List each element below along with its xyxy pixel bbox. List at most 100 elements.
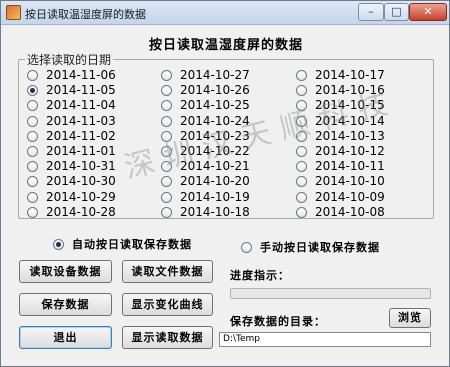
radio-dot — [27, 130, 38, 142]
date-label: 2014-10-23 — [180, 129, 250, 143]
date-radio[interactable]: 2014-10-27 — [161, 68, 250, 82]
radio-dot — [296, 69, 307, 81]
date-radio[interactable]: 2014-10-29 — [27, 190, 116, 204]
radio-dot — [27, 175, 38, 187]
radio-dot — [27, 206, 38, 218]
date-label: 2014-10-16 — [315, 83, 385, 97]
radio-dot — [161, 160, 172, 172]
date-radio[interactable]: 2014-10-10 — [296, 174, 385, 188]
read-file-button[interactable]: 读取文件数据 — [122, 260, 213, 283]
app-icon — [6, 5, 21, 20]
date-label: 2014-10-19 — [180, 190, 250, 204]
date-radio[interactable]: 2014-10-16 — [296, 83, 385, 97]
date-radio[interactable]: 2014-10-26 — [161, 83, 250, 97]
radio-dot — [27, 160, 38, 172]
date-radio[interactable]: 2014-10-17 — [296, 68, 385, 82]
maximize-button[interactable]: □ — [384, 3, 409, 21]
date-radio[interactable]: 2014-11-06 — [27, 68, 116, 82]
manual-mode-label: 手动按日读取保存数据 — [260, 241, 380, 254]
date-radio[interactable]: 2014-10-12 — [296, 144, 385, 158]
radio-dot — [296, 175, 307, 187]
radio-dot — [161, 99, 172, 111]
date-label: 2014-10-22 — [180, 144, 250, 158]
progress-label: 进度指示： — [230, 269, 290, 282]
radio-dot — [241, 241, 252, 253]
date-label: 2014-10-29 — [46, 190, 116, 204]
date-radio[interactable]: 2014-10-21 — [161, 159, 250, 173]
date-label: 2014-10-31 — [46, 159, 116, 173]
date-label: 2014-10-24 — [180, 114, 250, 128]
date-label: 2014-11-03 — [46, 114, 116, 128]
radio-dot — [27, 191, 38, 203]
date-label: 2014-11-02 — [46, 129, 116, 143]
minimize-button[interactable]: – — [358, 3, 384, 21]
browse-button[interactable]: 浏览 — [389, 308, 431, 328]
radio-dot — [161, 206, 172, 218]
date-radio[interactable]: 2014-11-04 — [27, 98, 116, 112]
radio-dot — [296, 99, 307, 111]
main-window: 按日读取温湿度屏的数据 – □ ✕ 按日读取温湿度屏的数据 选择读取的日期 20… — [0, 0, 450, 367]
date-label: 2014-10-13 — [315, 129, 385, 143]
date-radio[interactable]: 2014-10-23 — [161, 129, 250, 143]
save-data-button[interactable]: 保存数据 — [19, 293, 112, 316]
date-radio[interactable]: 2014-11-03 — [27, 114, 116, 128]
date-label: 2014-10-27 — [180, 68, 250, 82]
title-bar[interactable]: 按日读取温湿度屏的数据 – □ ✕ — [1, 1, 449, 25]
date-radio[interactable]: 2014-10-28 — [27, 205, 116, 219]
save-dir-label: 保存数据的目录： — [230, 315, 326, 328]
radio-dot — [27, 84, 38, 96]
radio-dot — [296, 115, 307, 127]
auto-mode-radio[interactable]: 自动按日读取保存数据 — [53, 236, 192, 252]
date-label: 2014-11-06 — [46, 68, 116, 82]
date-radio[interactable]: 2014-10-09 — [296, 190, 385, 204]
date-label: 2014-10-11 — [315, 159, 385, 173]
date-label: 2014-10-12 — [315, 144, 385, 158]
date-label: 2014-10-26 — [180, 83, 250, 97]
date-radio[interactable]: 2014-11-02 — [27, 129, 116, 143]
date-label: 2014-10-18 — [180, 205, 250, 219]
close-button[interactable]: ✕ — [409, 3, 447, 21]
date-radio[interactable]: 2014-11-01 — [27, 144, 116, 158]
date-label: 2014-10-10 — [315, 174, 385, 188]
radio-dot — [161, 69, 172, 81]
date-radio[interactable]: 2014-10-18 — [161, 205, 250, 219]
date-label: 2014-11-05 — [46, 83, 116, 97]
radio-dot — [27, 115, 38, 127]
date-radio[interactable]: 2014-10-25 — [161, 98, 250, 112]
show-curve-button[interactable]: 显示变化曲线 — [122, 293, 213, 316]
date-radio[interactable]: 2014-10-19 — [161, 190, 250, 204]
radio-dot — [296, 191, 307, 203]
radio-dot — [161, 191, 172, 203]
date-label: 2014-10-09 — [315, 190, 385, 204]
radio-dot — [161, 84, 172, 96]
date-label: 2014-10-17 — [315, 68, 385, 82]
date-label: 2014-11-01 — [46, 144, 116, 158]
save-dir-input[interactable]: D:\Temp — [219, 332, 431, 347]
radio-dot — [296, 84, 307, 96]
read-device-button[interactable]: 读取设备数据 — [19, 260, 112, 283]
date-label: 2014-11-04 — [46, 98, 116, 112]
date-radio[interactable]: 2014-10-13 — [296, 129, 385, 143]
date-label: 2014-10-14 — [315, 114, 385, 128]
radio-dot — [161, 130, 172, 142]
date-radio[interactable]: 2014-10-30 — [27, 174, 116, 188]
date-radio[interactable]: 2014-10-24 — [161, 114, 250, 128]
radio-dot — [296, 145, 307, 157]
radio-dot — [27, 99, 38, 111]
date-radio[interactable]: 2014-10-31 — [27, 159, 116, 173]
date-radio[interactable]: 2014-10-08 — [296, 205, 385, 219]
date-label: 2014-10-20 — [180, 174, 250, 188]
date-radio[interactable]: 2014-10-15 — [296, 98, 385, 112]
date-radio[interactable]: 2014-10-11 — [296, 159, 385, 173]
date-radio[interactable]: 2014-10-22 — [161, 144, 250, 158]
date-radio[interactable]: 2014-10-20 — [161, 174, 250, 188]
manual-mode-radio[interactable]: 手动按日读取保存数据 — [241, 239, 380, 255]
radio-dot — [161, 115, 172, 127]
show-read-data-button[interactable]: 显示读取数据 — [122, 326, 213, 349]
window-title: 按日读取温湿度屏的数据 — [25, 8, 146, 21]
date-label: 2014-10-08 — [315, 205, 385, 219]
exit-button[interactable]: 退出 — [19, 326, 112, 349]
date-radio[interactable]: 2014-10-14 — [296, 114, 385, 128]
date-radio[interactable]: 2014-11-05 — [27, 83, 116, 97]
radio-dot — [296, 160, 307, 172]
